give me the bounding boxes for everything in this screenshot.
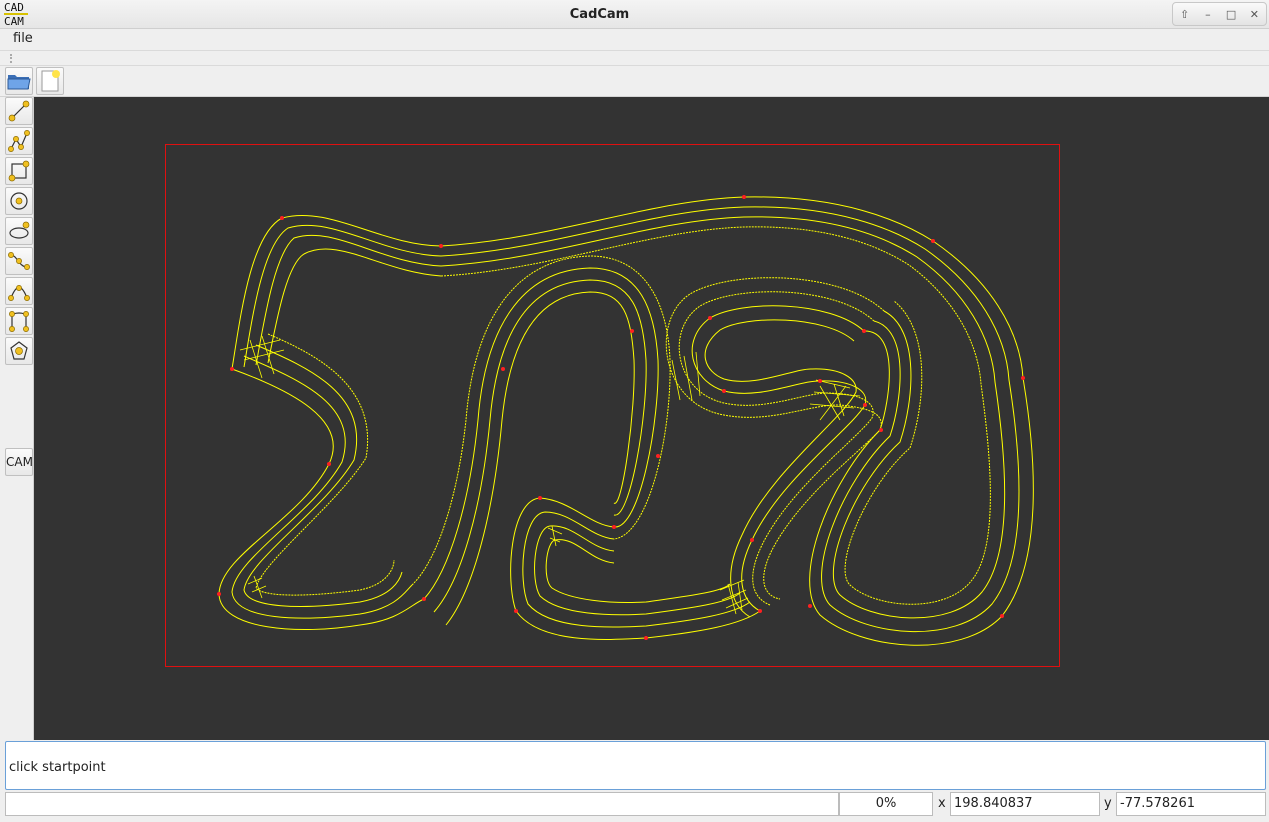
menu-bar: file — [0, 29, 1269, 50]
control-point — [501, 367, 505, 371]
control-point — [862, 329, 866, 333]
arc-tool-icon — [8, 285, 30, 301]
control-point — [612, 525, 616, 529]
minimize-window-icon[interactable]: – — [1199, 8, 1217, 21]
control-point — [708, 316, 712, 320]
spline-tool-button[interactable] — [5, 247, 33, 275]
control-point — [863, 403, 867, 407]
drawing-canvas[interactable] — [34, 97, 1269, 740]
prompt-text: click startpoint — [9, 760, 106, 775]
progress-indicator: 0% — [839, 792, 933, 816]
cam-button[interactable]: CAM — [5, 448, 33, 476]
y-coordinate-label: y — [1104, 796, 1112, 811]
control-point — [217, 592, 221, 596]
rectangle-tool-icon — [8, 160, 30, 182]
line-tool-icon — [8, 100, 30, 122]
y-coordinate-value: -77.578261 — [1116, 792, 1266, 816]
work-area-boundary — [165, 144, 1060, 667]
toolbar-grip[interactable] — [0, 50, 1269, 66]
window-title: CadCam — [569, 7, 630, 22]
polygon-tool-button[interactable] — [5, 337, 33, 365]
control-point — [722, 389, 726, 393]
control-point — [879, 428, 883, 432]
curve-tool-icon — [9, 311, 29, 332]
control-point — [280, 216, 284, 220]
title-bar: CAD CAM CadCam ⇧ – □ ✕ — [0, 0, 1269, 29]
new-file-button[interactable] — [36, 67, 64, 95]
menu-file[interactable]: file — [13, 31, 33, 46]
status-message — [5, 792, 839, 816]
line-tool-button[interactable] — [5, 97, 33, 125]
control-point — [656, 454, 660, 458]
top-track-toolpaths — [440, 196, 1034, 646]
ellipse-tool-icon — [9, 221, 30, 239]
x-coordinate-label: x — [938, 796, 946, 811]
control-point — [1021, 376, 1025, 380]
control-point — [630, 329, 634, 333]
circle-tool-button[interactable] — [5, 187, 33, 215]
curve-tool-button[interactable] — [5, 307, 33, 335]
control-point — [750, 538, 754, 542]
spline-tool-icon — [8, 252, 30, 270]
x-coordinate-value: 198.840837 — [950, 792, 1100, 816]
control-point — [538, 496, 542, 500]
polyline-tool-button[interactable] — [5, 127, 33, 155]
control-point — [742, 195, 746, 199]
control-point — [931, 239, 935, 243]
control-point — [758, 609, 762, 613]
polyline-tool-icon — [8, 130, 30, 152]
shade-window-icon[interactable]: ⇧ — [1176, 8, 1194, 21]
control-point — [327, 462, 331, 466]
close-window-icon[interactable]: ✕ — [1245, 8, 1263, 21]
cad-drawing[interactable] — [34, 97, 1269, 740]
window-controls: ⇧ – □ ✕ — [1172, 2, 1267, 26]
open-file-button[interactable] — [5, 67, 33, 95]
control-point — [439, 244, 443, 248]
control-point — [644, 636, 648, 640]
drawing-toolbar: CAM — [0, 97, 34, 740]
arc-tool-button[interactable] — [5, 277, 33, 305]
rectangle-tool-button[interactable] — [5, 157, 33, 185]
maximize-window-icon[interactable]: □ — [1222, 8, 1240, 21]
status-bar: 0% x 198.840837 y -77.578261 — [0, 791, 1269, 822]
control-point — [514, 609, 518, 613]
ellipse-tool-button[interactable] — [5, 217, 33, 245]
main-toolbar — [0, 66, 1269, 97]
control-point — [230, 367, 234, 371]
control-point — [818, 379, 822, 383]
polygon-tool-icon — [10, 341, 28, 360]
folder-open-icon — [7, 75, 31, 90]
circle-tool-icon — [10, 192, 28, 210]
control-point — [808, 604, 812, 608]
command-prompt[interactable]: click startpoint — [5, 741, 1266, 790]
control-point — [422, 597, 426, 601]
bottom-track-toolpaths — [510, 497, 761, 640]
left-track-toolpaths — [218, 214, 671, 631]
control-point — [1000, 614, 1004, 618]
new-document-icon — [41, 70, 60, 92]
